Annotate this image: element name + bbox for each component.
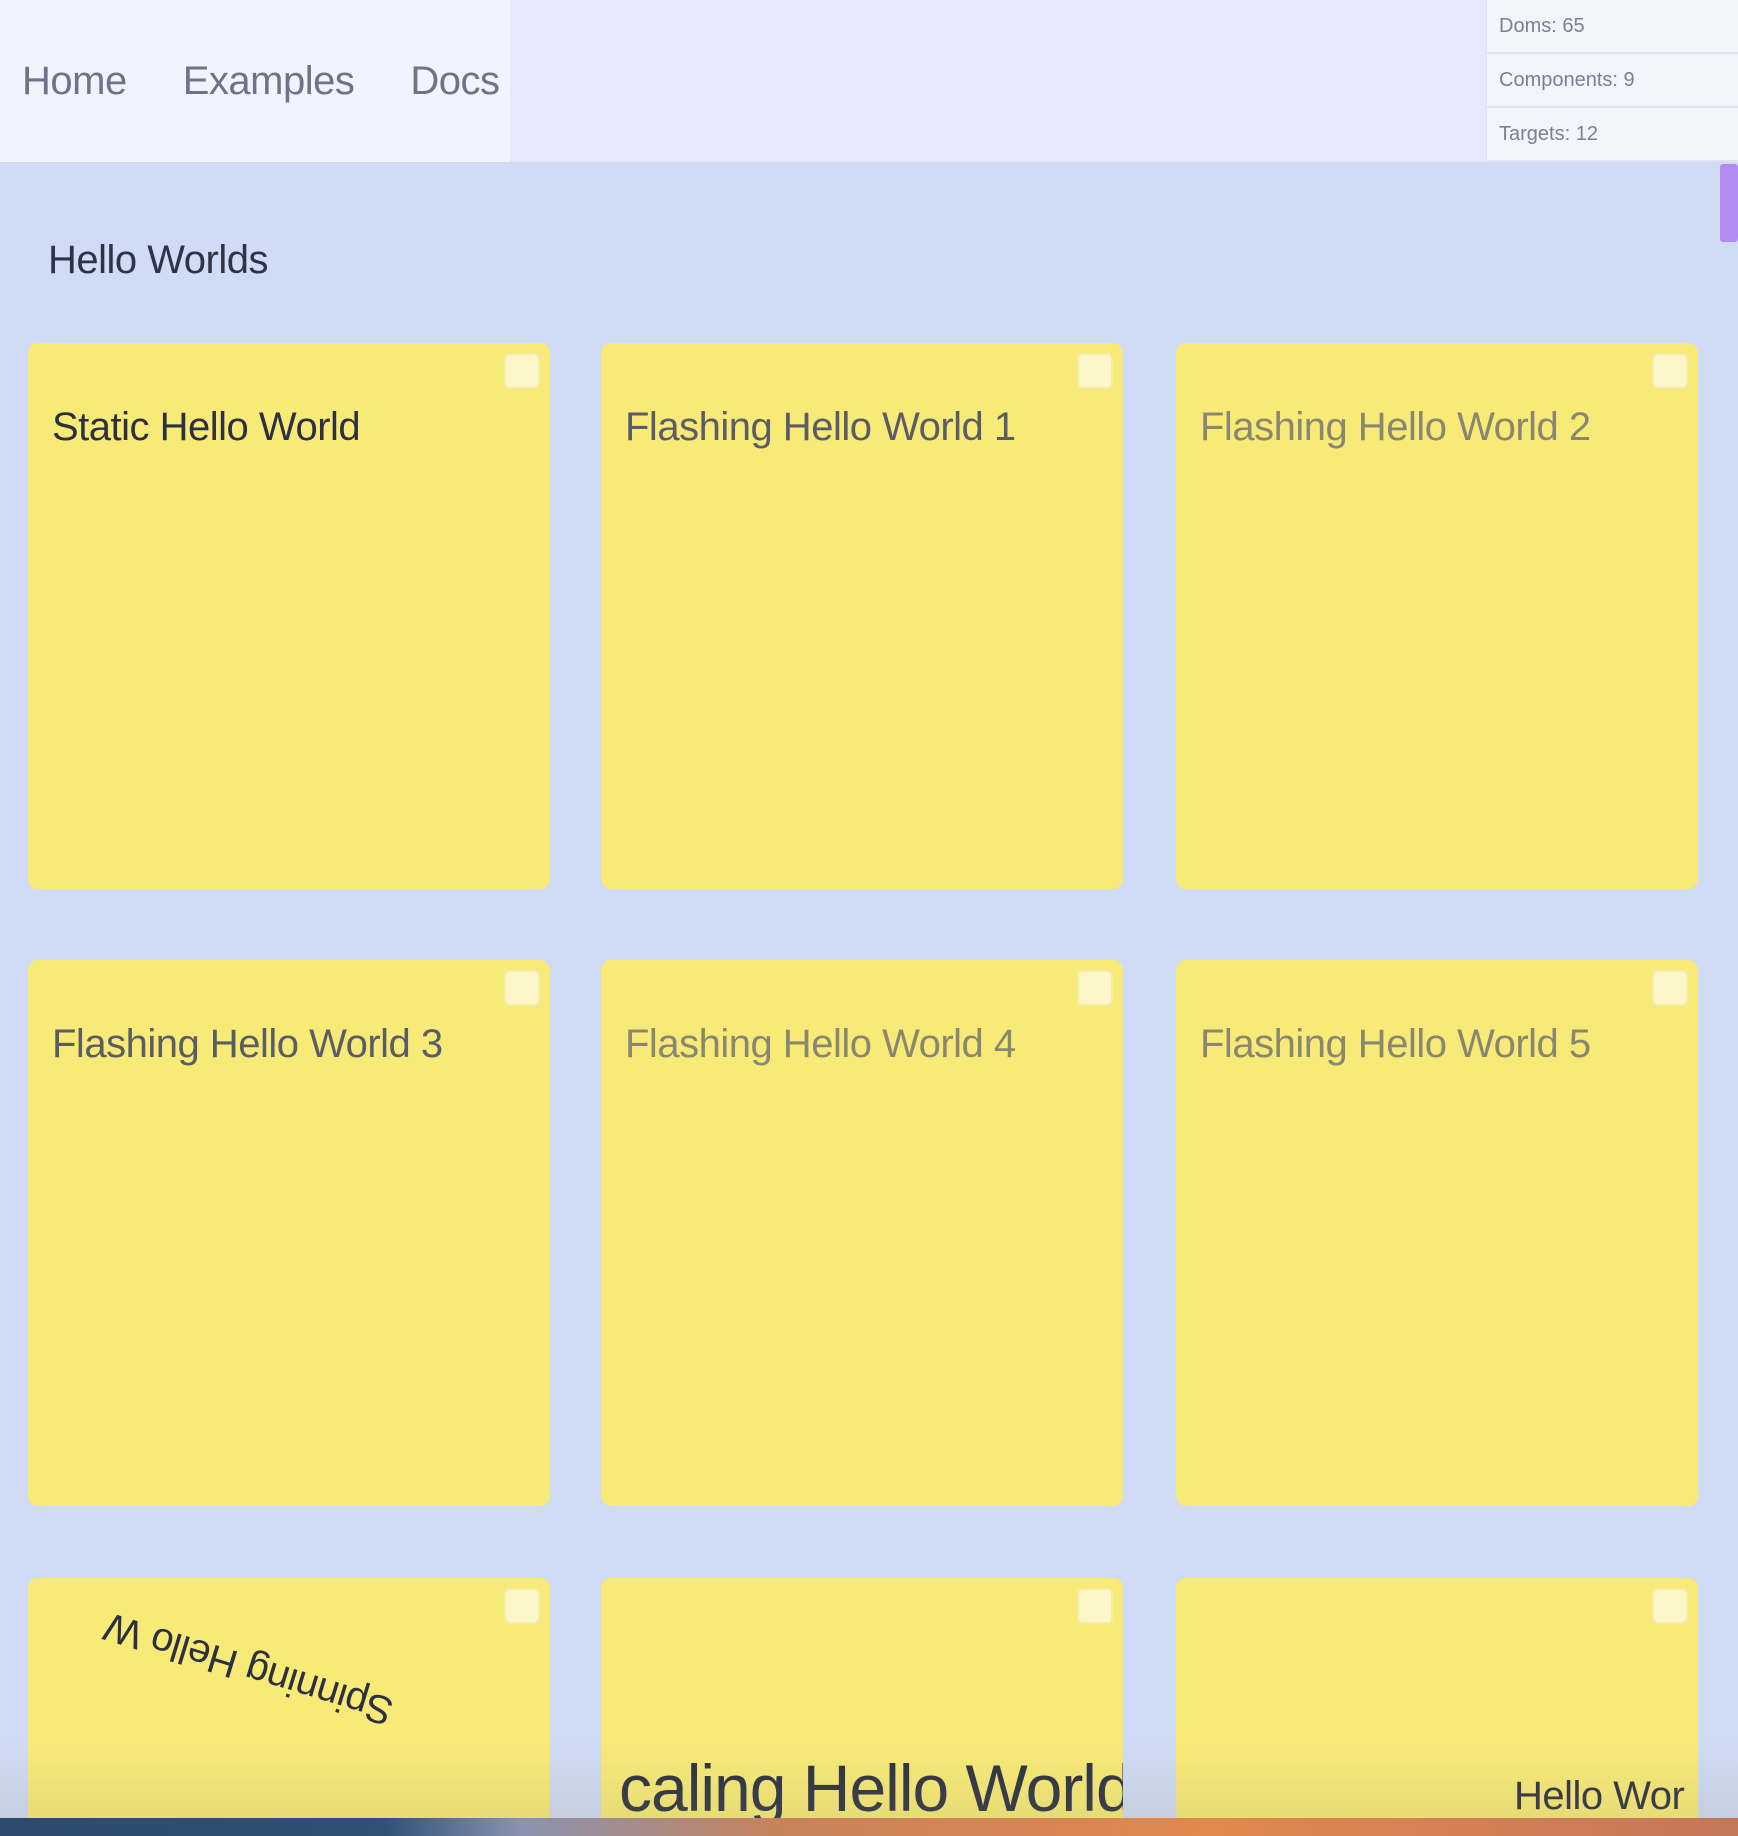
card-scaling-hello-world: caling Hello World: [601, 1578, 1123, 1836]
card-toggle-icon[interactable]: [504, 1588, 540, 1624]
stats-panel: Doms: 65 Components: 9 Targets: 12: [1486, 0, 1738, 162]
card-title: Flashing Hello World 1: [625, 405, 1016, 449]
card-flashing-hello-world-2: Flashing Hello World 2: [1176, 343, 1698, 889]
top-bar: Home Examples Docs Doms: 65 Components: …: [0, 0, 1738, 162]
card-sliding-hello-world: Hello Wor: [1176, 1578, 1698, 1836]
card-toggle-icon[interactable]: [1652, 353, 1688, 389]
card-flashing-hello-world-4: Flashing Hello World 4: [601, 960, 1123, 1506]
card-flashing-hello-world-3: Flashing Hello World 3: [28, 960, 550, 1506]
stat-components: Components: 9: [1487, 54, 1738, 108]
scrollbar-thumb[interactable]: [1720, 164, 1738, 242]
card-toggle-icon[interactable]: [1077, 1588, 1113, 1624]
app-page: Home Examples Docs Doms: 65 Components: …: [0, 0, 1738, 1836]
card-toggle-icon[interactable]: [1652, 970, 1688, 1006]
main-nav: Home Examples Docs: [0, 0, 510, 162]
card-title: Static Hello World: [52, 405, 361, 449]
card-title: Flashing Hello World 5: [1200, 1022, 1591, 1066]
card-title: Flashing Hello World 3: [52, 1022, 443, 1066]
card-spinning-hello-world: Spinning Hello W: [28, 1578, 550, 1836]
card-toggle-icon[interactable]: [1652, 1588, 1688, 1624]
card-toggle-icon[interactable]: [1077, 970, 1113, 1006]
nav-examples-link[interactable]: Examples: [183, 59, 355, 104]
card-toggle-icon[interactable]: [1077, 353, 1113, 389]
stat-targets: Targets: 12: [1487, 108, 1738, 162]
card-title: Hello Wor: [1514, 1774, 1685, 1818]
card-flashing-hello-world-5: Flashing Hello World 5: [1176, 960, 1698, 1506]
card-flashing-hello-world-1: Flashing Hello World 1: [601, 343, 1123, 889]
section-title: Hello Worlds: [48, 238, 269, 282]
card-title: Spinning Hello W: [99, 1603, 399, 1734]
stat-doms: Doms: 65: [1487, 0, 1738, 54]
card-title: Flashing Hello World 4: [625, 1022, 1016, 1066]
desktop-taskbar: [0, 1818, 1738, 1836]
nav-docs-link[interactable]: Docs: [410, 59, 500, 104]
card-toggle-icon[interactable]: [504, 353, 540, 389]
nav-home-link[interactable]: Home: [22, 59, 127, 104]
card-title: Flashing Hello World 2: [1200, 405, 1591, 449]
card-toggle-icon[interactable]: [504, 970, 540, 1006]
card-title: caling Hello World: [619, 1751, 1123, 1825]
card-static-hello-world: Static Hello World: [28, 343, 550, 889]
